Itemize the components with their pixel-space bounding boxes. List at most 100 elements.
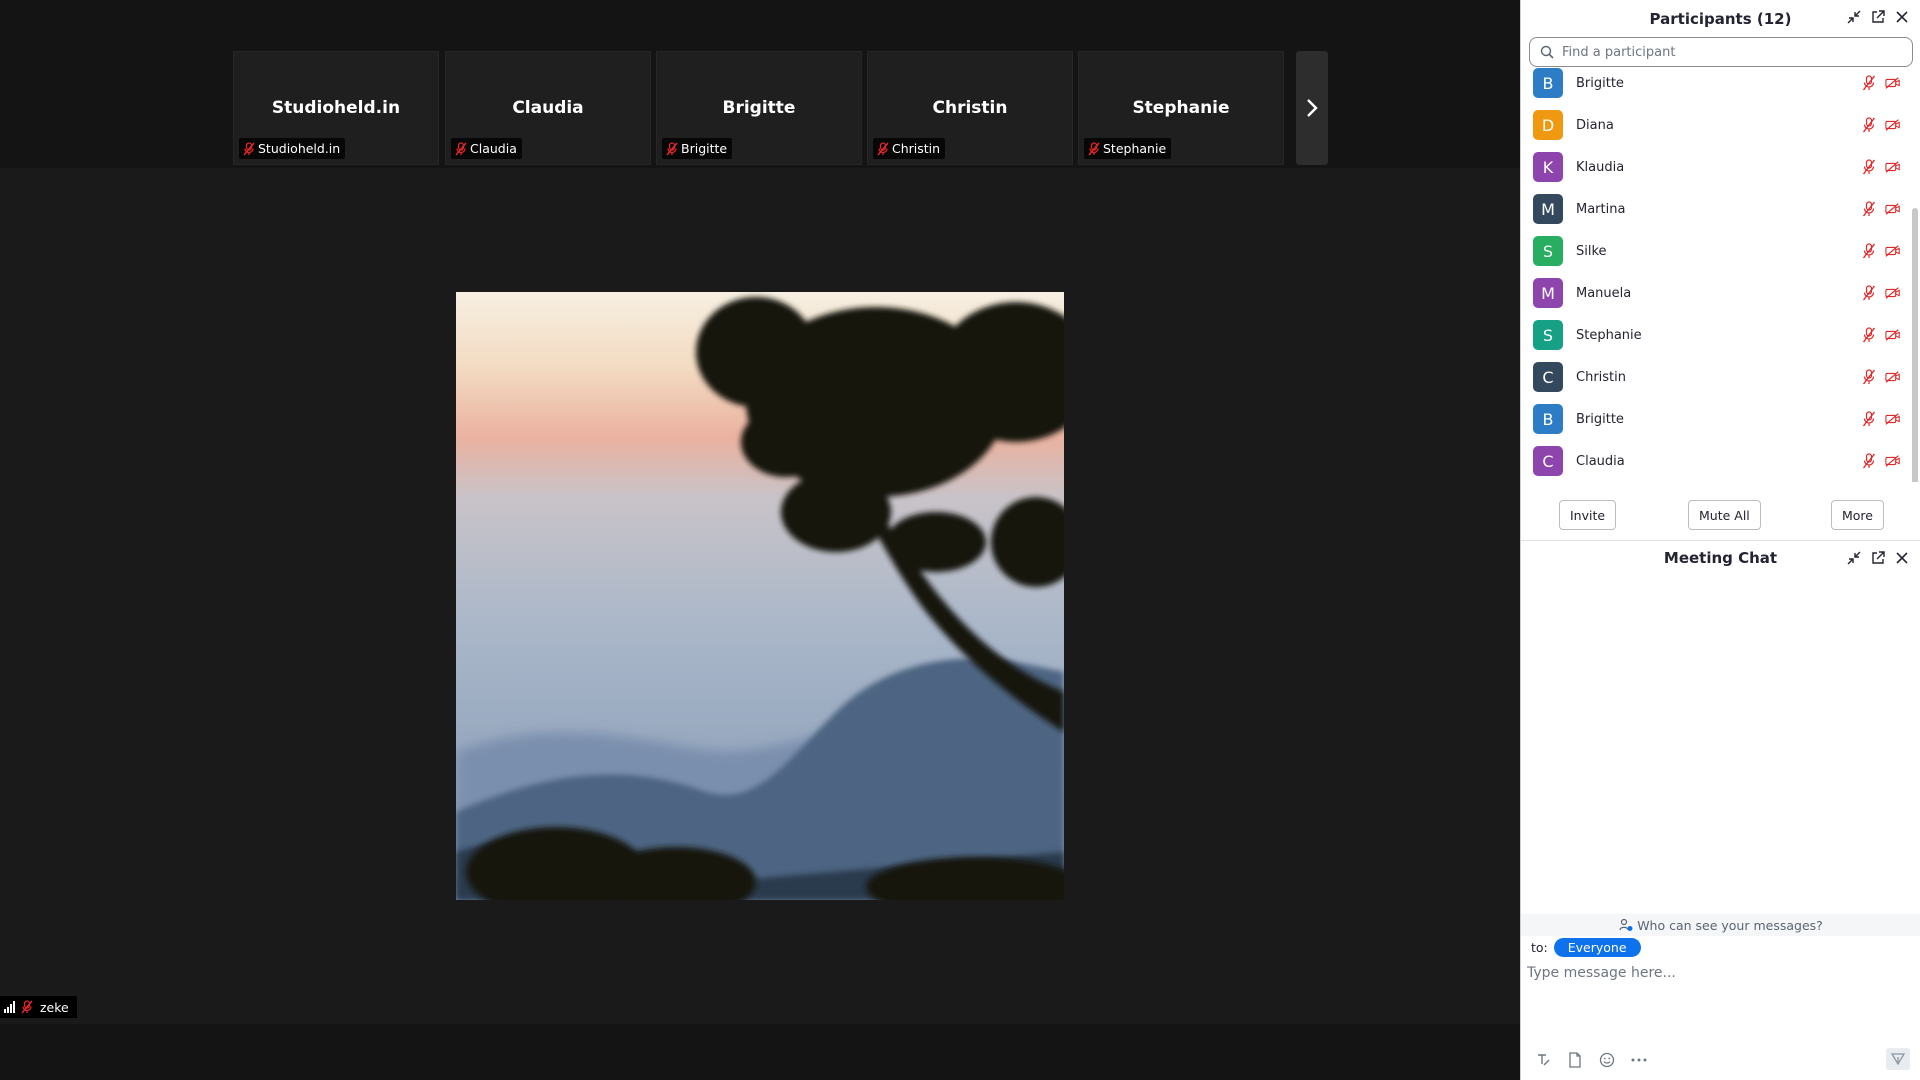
video-tile-stephanie[interactable]: Stephanie Stephanie bbox=[1078, 51, 1284, 165]
mic-muted-icon bbox=[1861, 369, 1877, 385]
participant-status bbox=[1861, 159, 1901, 175]
mic-muted-icon bbox=[1861, 285, 1877, 301]
send-icon bbox=[1891, 1053, 1905, 1066]
participant-row[interactable]: S Stephanie bbox=[1521, 314, 1909, 356]
participant-row[interactable]: M Martina bbox=[1521, 188, 1909, 230]
side-panel: Participants (12) B Brigitte D Diana bbox=[1520, 0, 1920, 1080]
avatar: D bbox=[1533, 110, 1563, 140]
chevron-right-icon bbox=[1307, 99, 1318, 117]
tile-label-text: Christin bbox=[892, 141, 941, 156]
video-off-icon bbox=[1885, 369, 1901, 385]
avatar: M bbox=[1533, 278, 1563, 308]
video-off-icon bbox=[1885, 243, 1901, 259]
landscape-image bbox=[456, 292, 1064, 900]
participant-row[interactable]: D Diana bbox=[1521, 104, 1909, 146]
self-name: zeke bbox=[40, 999, 69, 1015]
tile-label-text: Claudia bbox=[470, 141, 517, 156]
tile-name: Studioheld.in bbox=[271, 98, 401, 118]
participant-status bbox=[1861, 453, 1901, 469]
participant-list: B Brigitte D Diana K Klaudia M Martina S… bbox=[1521, 66, 1920, 482]
avatar: M bbox=[1533, 194, 1563, 224]
video-tile-brigitte[interactable]: Brigitte Brigitte bbox=[656, 51, 862, 165]
tile-label-text: Studioheld.in bbox=[258, 141, 341, 156]
participant-name: Manuela bbox=[1576, 285, 1632, 301]
minimize-icon[interactable] bbox=[1846, 9, 1862, 25]
meeting-controls-bar bbox=[0, 1024, 1520, 1080]
mic-muted-icon bbox=[877, 141, 889, 155]
invite-button[interactable]: Invite bbox=[1559, 500, 1617, 530]
participant-row[interactable]: K Klaudia bbox=[1521, 146, 1909, 188]
mic-muted-icon bbox=[1861, 243, 1877, 259]
video-off-icon bbox=[1885, 285, 1901, 301]
emoji-icon[interactable] bbox=[1597, 1050, 1617, 1070]
next-page-button[interactable] bbox=[1296, 51, 1328, 165]
video-off-icon bbox=[1885, 453, 1901, 469]
close-icon[interactable] bbox=[1894, 9, 1910, 25]
format-text-icon[interactable] bbox=[1533, 1050, 1553, 1070]
participant-row[interactable]: C Claudia bbox=[1521, 440, 1909, 482]
tile-name-label: Stephanie bbox=[1084, 138, 1172, 159]
video-off-icon bbox=[1885, 201, 1901, 217]
video-off-icon bbox=[1885, 75, 1901, 91]
more-options-icon[interactable] bbox=[1629, 1050, 1649, 1070]
participant-status bbox=[1861, 411, 1901, 427]
avatar: B bbox=[1533, 404, 1563, 434]
participant-name: Klaudia bbox=[1576, 159, 1625, 175]
participant-name: Stephanie bbox=[1576, 327, 1642, 343]
participant-search[interactable] bbox=[1529, 37, 1913, 67]
send-button[interactable] bbox=[1886, 1048, 1910, 1070]
video-tile-claudia[interactable]: Claudia Claudia bbox=[445, 51, 651, 165]
participant-list-scrollbar[interactable] bbox=[1912, 208, 1918, 482]
message-visibility-info[interactable]: Who can see your messages? bbox=[1521, 914, 1920, 936]
panel-divider bbox=[1521, 540, 1920, 541]
tile-name-label: Brigitte bbox=[662, 138, 733, 159]
video-tile-studioheld[interactable]: Studioheld.in Studioheld.in bbox=[233, 51, 439, 165]
participant-row[interactable]: B Brigitte bbox=[1521, 66, 1909, 104]
mic-muted-icon bbox=[666, 141, 678, 155]
participant-row[interactable]: C Christin bbox=[1521, 356, 1909, 398]
to-label: to: bbox=[1531, 940, 1548, 955]
participant-name: Diana bbox=[1576, 117, 1614, 133]
participant-name: Christin bbox=[1576, 369, 1626, 385]
visibility-text: Who can see your messages? bbox=[1637, 917, 1823, 933]
search-icon bbox=[1540, 45, 1554, 59]
file-icon[interactable] bbox=[1565, 1050, 1585, 1070]
participant-row[interactable]: B Brigitte bbox=[1521, 398, 1909, 440]
search-input[interactable] bbox=[1562, 44, 1882, 60]
pop-out-icon[interactable] bbox=[1870, 550, 1886, 566]
tile-name: Claudia bbox=[512, 98, 584, 118]
signal-strength-icon bbox=[4, 1001, 15, 1013]
chat-message-input[interactable] bbox=[1527, 960, 1907, 986]
recipient-selector[interactable]: Everyone bbox=[1553, 938, 1641, 957]
tile-name-label: Christin bbox=[873, 138, 946, 159]
participant-name: Silke bbox=[1576, 243, 1607, 259]
tile-name: Christin bbox=[932, 98, 1008, 118]
mic-muted-icon bbox=[1861, 117, 1877, 133]
tile-label-text: Brigitte bbox=[681, 141, 728, 156]
video-tile-christin[interactable]: Christin Christin bbox=[867, 51, 1073, 165]
mic-muted-icon bbox=[1861, 159, 1877, 175]
minimize-icon[interactable] bbox=[1846, 550, 1862, 566]
participant-status bbox=[1861, 327, 1901, 343]
mic-muted-icon bbox=[1861, 327, 1877, 343]
more-button[interactable]: More bbox=[1831, 500, 1884, 530]
pop-out-icon[interactable] bbox=[1870, 9, 1886, 25]
mic-muted-icon bbox=[1861, 201, 1877, 217]
mic-muted-icon bbox=[21, 1000, 33, 1014]
participant-row[interactable]: M Manuela bbox=[1521, 272, 1909, 314]
participant-status bbox=[1861, 243, 1901, 259]
close-icon[interactable] bbox=[1894, 550, 1910, 566]
participant-status bbox=[1861, 285, 1901, 301]
mute-all-button[interactable]: Mute All bbox=[1688, 500, 1761, 530]
participant-name: Martina bbox=[1576, 201, 1626, 217]
mic-muted-icon bbox=[1861, 75, 1877, 91]
participant-status bbox=[1861, 369, 1901, 385]
tile-label-text: Stephanie bbox=[1103, 141, 1167, 156]
participants-header-actions bbox=[1846, 9, 1910, 25]
person-visibility-icon bbox=[1619, 918, 1633, 931]
participant-row[interactable]: S Silke bbox=[1521, 230, 1909, 272]
tile-name: Brigitte bbox=[722, 98, 796, 118]
chat-toolbar bbox=[1533, 1050, 1649, 1070]
mic-muted-icon bbox=[1088, 141, 1100, 155]
participant-name: Brigitte bbox=[1576, 411, 1624, 427]
